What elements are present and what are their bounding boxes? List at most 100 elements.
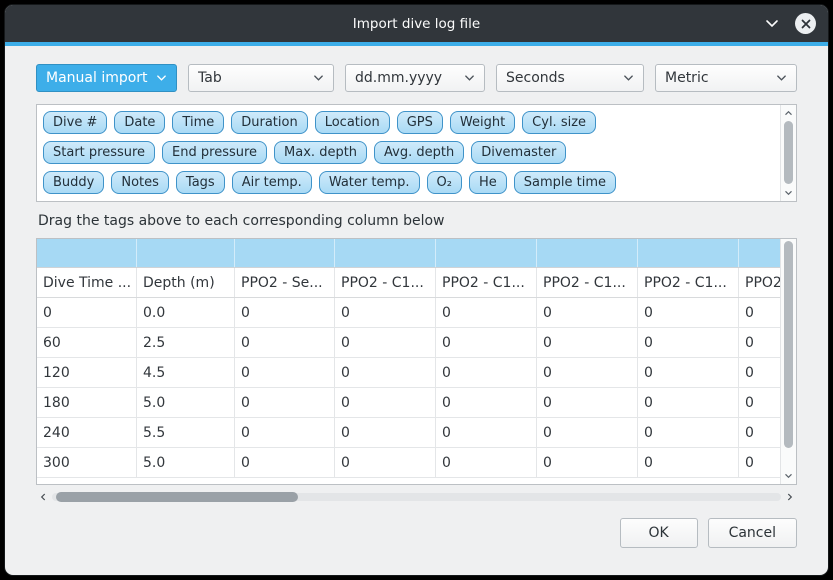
column-header[interactable]: Dive Time ... [37,268,137,297]
tag-time[interactable]: Time [172,111,224,134]
tag-sample-po[interactable]: Sample pO₂ [279,201,376,202]
field-separator-value: Tab [198,70,222,86]
table-cell: 0 [638,328,739,357]
column-drop-target[interactable] [739,239,780,267]
tag-air-temp[interactable]: Air temp. [232,171,312,194]
table-cell: 0 [739,388,780,417]
scroll-up-icon[interactable] [781,106,796,120]
column-header[interactable]: PPO2 - C1... [335,268,436,297]
tag-divemaster[interactable]: Divemaster [471,141,566,164]
chevron-down-icon [617,74,634,82]
table-cell: 60 [37,328,137,357]
field-separator-select[interactable]: Tab [188,64,334,92]
column-drop-target[interactable] [335,239,436,267]
column-header[interactable]: PPO2 - C1... [638,268,739,297]
units-select[interactable]: Metric [655,64,797,92]
table-cell: 0 [235,388,335,417]
tag-row: Dive # Date Time Duration Location GPS Weight C… [43,111,774,134]
scrollbar-thumb[interactable] [56,492,298,502]
scroll-left-icon[interactable] [36,490,50,504]
tag-he[interactable]: He [469,171,507,194]
table-cell: 0 [235,418,335,447]
tag-cyl-size[interactable]: Cyl. size [522,111,596,134]
tag-end-pressure[interactable]: End pressure [162,141,267,164]
table-cell: 0 [739,418,780,447]
table-cell: 0 [537,328,638,357]
column-drop-target[interactable] [537,239,638,267]
table-cell: 0 [537,388,638,417]
tag-gps[interactable]: GPS [397,111,443,134]
table-cell: 2.5 [137,328,235,357]
tag-buddy[interactable]: Buddy [43,171,104,194]
table-cell: 0 [436,328,537,357]
table-cell: 0 [436,388,537,417]
column-header[interactable]: Depth (m) [137,268,235,297]
table-scrollbar-vertical[interactable] [780,239,796,484]
tag-notes[interactable]: Notes [111,171,169,194]
tag-date[interactable]: Date [114,111,165,134]
tag-max-depth[interactable]: Max. depth [274,141,367,164]
table-cell: 0 [537,298,638,327]
table-cell: 0 [235,298,335,327]
table-cell: 0 [739,298,780,327]
column-header[interactable]: PPO2 - Se... [235,268,335,297]
column-drop-target[interactable] [37,239,137,267]
table-cell: 0 [638,358,739,387]
tags-pool-panel: Dive # Date Time Duration Location GPS Weight C… [36,104,797,202]
table-cell: 0 [739,448,780,477]
column-drop-target[interactable] [137,239,235,267]
table-cell: 0 [537,358,638,387]
tag-sample-cns[interactable]: Sample CNS [382,201,482,202]
chevron-down-icon [150,74,167,82]
close-icon[interactable] [795,13,816,34]
tag-start-pressure[interactable]: Start pressure [43,141,155,164]
tag-dive[interactable]: Dive # [43,111,107,134]
titlebar[interactable]: Import dive log file [5,5,828,42]
column-drop-target[interactable] [638,239,739,267]
tag-weight[interactable]: Weight [450,111,515,134]
scrollbar-thumb[interactable] [784,121,793,184]
tag-water-temp[interactable]: Water temp. [319,171,420,194]
scroll-down-icon[interactable] [781,186,796,200]
duration-format-value: Seconds [506,70,565,86]
import-options-row: Manual import Tab dd.mm.yyyy Seconds [36,64,797,92]
ok-button[interactable]: OK [620,518,698,548]
duration-format-select[interactable]: Seconds [496,64,644,92]
window-shade-chevron-icon[interactable] [765,19,779,28]
tag-sample-time[interactable]: Sample time [514,171,616,194]
chevron-down-icon [307,74,324,82]
import-mode-select[interactable]: Manual import [36,64,177,92]
import-preview-table: Dive Time ...Depth (m)PPO2 - Se...PPO2 -… [36,238,797,485]
column-drop-target[interactable] [436,239,537,267]
scroll-right-icon[interactable] [783,490,797,504]
column-header[interactable]: PPO2 [739,268,780,297]
tag-sample-temp[interactable]: Sample temp. [161,201,272,202]
scroll-down-icon[interactable] [781,469,796,483]
table-cell: 0 [335,448,436,477]
table-cell: 0 [436,298,537,327]
tags-scrollbar-vertical[interactable] [780,105,796,201]
table-cell: 0 [335,418,436,447]
table-scrollbar-horizontal[interactable] [36,490,797,504]
table-cell: 0 [235,328,335,357]
table-row: 602.5000000 [37,328,780,358]
tag-duration[interactable]: Duration [231,111,307,134]
column-header[interactable]: PPO2 - C1... [436,268,537,297]
tag-location[interactable]: Location [315,111,390,134]
column-header[interactable]: PPO2 - C1... [537,268,638,297]
cancel-button[interactable]: Cancel [708,518,797,548]
tag-avg-depth[interactable]: Avg. depth [374,141,464,164]
date-format-select[interactable]: dd.mm.yyyy [345,64,485,92]
table-header-row: Dive Time ...Depth (m)PPO2 - Se...PPO2 -… [37,268,780,298]
chevron-down-icon [770,74,787,82]
tag-o[interactable]: O₂ [427,171,462,194]
table-row: 00.0000000 [37,298,780,328]
window-title: Import dive log file [353,16,480,32]
table-cell: 0 [537,448,638,477]
column-drop-target[interactable] [235,239,335,267]
table-cell: 0 [638,298,739,327]
scrollbar-thumb[interactable] [784,241,793,448]
tag-sample-depth[interactable]: Sample depth [43,201,154,202]
table-cell: 300 [37,448,137,477]
tag-tags[interactable]: Tags [176,171,225,194]
